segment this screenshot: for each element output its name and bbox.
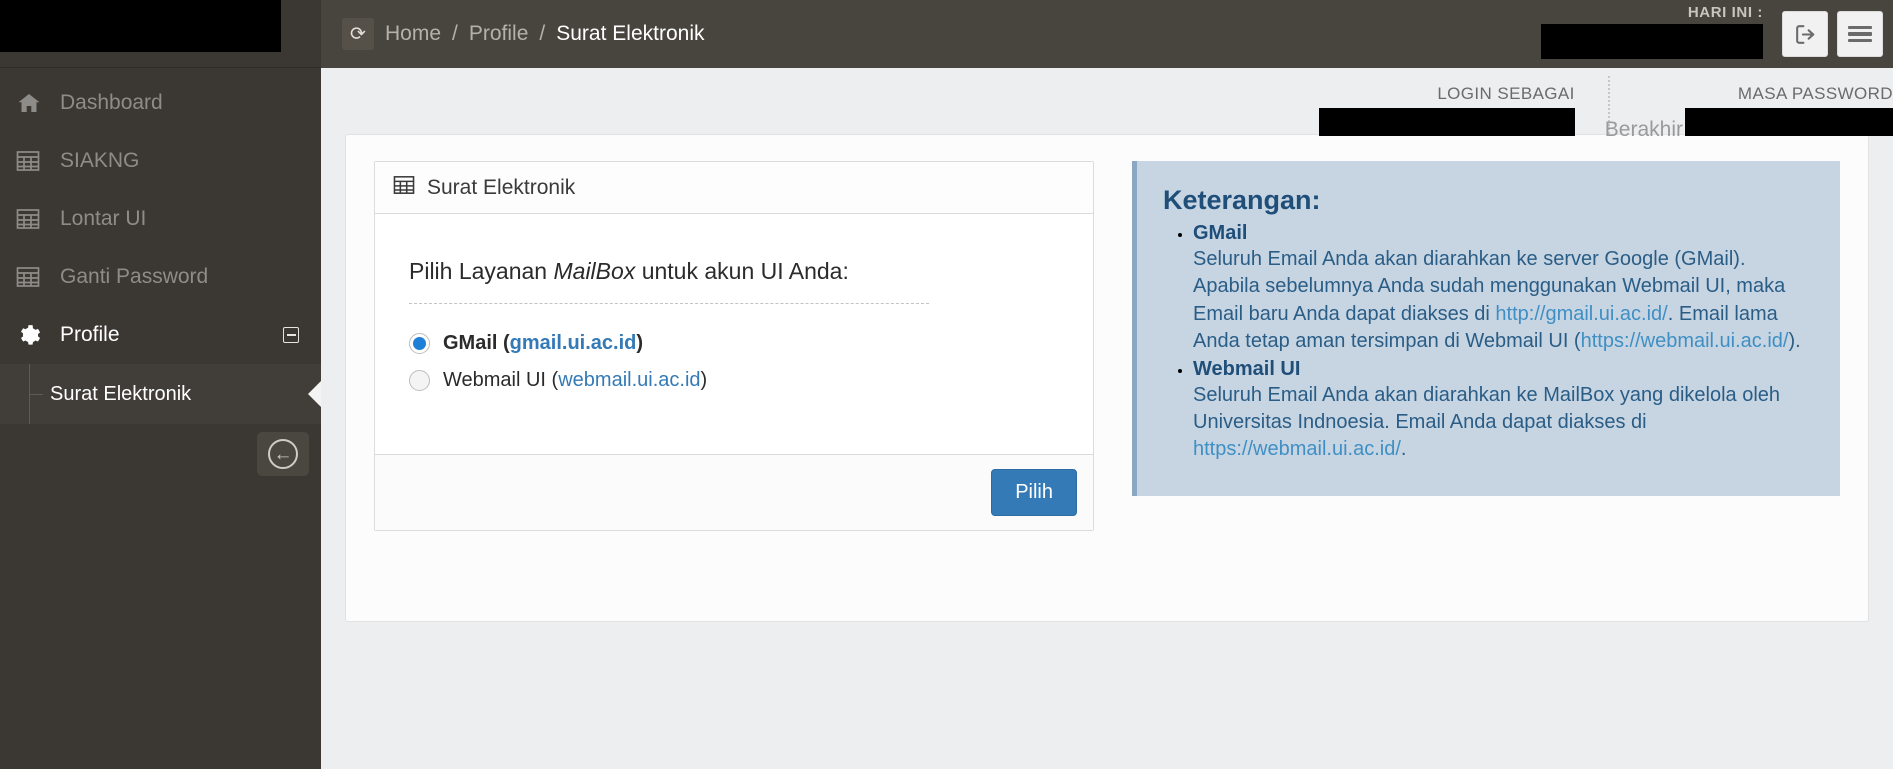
sidebar-item-label: Ganti Password (60, 265, 209, 288)
sidebar-item-lontar-ui[interactable]: Lontar UI (0, 190, 321, 248)
desc-part-1: Seluruh Email Anda akan diarahkan ke Mai… (1193, 383, 1781, 433)
breadcrumb-item-profile[interactable]: Profile (469, 22, 529, 46)
hari-ini-redacted-value (1541, 24, 1763, 59)
sidebar-item-ganti-password[interactable]: Ganti Password (0, 248, 321, 306)
minus-icon[interactable] (283, 327, 299, 343)
sidebar-item-surat-elektronik[interactable]: Surat Elektronik (0, 364, 321, 424)
table-icon (16, 150, 60, 172)
desc-part-3: ). (1788, 330, 1801, 353)
sidebar-item-label: Profile (60, 323, 120, 346)
masa-password-label: MASA PASSWORD (1737, 84, 1893, 103)
prompt-after: untuk akun UI Anda: (635, 258, 849, 284)
header-right-group: HARI INI : (1541, 0, 1883, 68)
box-header: Surat Elektronik (375, 162, 1093, 214)
box-body: Pilih Layanan MailBox untuk akun UI Anda… (375, 214, 1093, 454)
home-icon (16, 91, 60, 115)
masa-password-prefix: Berakhir (1604, 118, 1683, 141)
breadcrumb-separator: / (539, 22, 546, 45)
divider (409, 303, 929, 304)
keterangan-title: Keterangan: (1163, 185, 1321, 215)
keterangan-link-webmail[interactable]: https://webmail.ui.ac.id/ (1581, 330, 1789, 352)
sidebar-subitem-label: Surat Elektronik (50, 382, 192, 405)
menu-toggle-button[interactable] (1837, 11, 1883, 57)
top-header: ⟳ Home / Profile / Surat Elektronik HARI… (321, 0, 1893, 68)
content-panel: Surat Elektronik Pilih Layanan MailBox u… (345, 134, 1869, 622)
hamburger-icon (1848, 22, 1872, 46)
keterangan-list: GMail Seluruh Email Anda akan diarahkan … (1163, 222, 1812, 464)
keterangan-panel: Keterangan: GMail Seluruh Email Anda aka… (1132, 161, 1840, 496)
breadcrumb-item-current: Surat Elektronik (556, 22, 705, 45)
main-content: LOGIN SEBAGAI MASA PASSWORD Berakhir Sur… (321, 68, 1893, 769)
sidebar-item-label: SIAKNG (60, 149, 140, 172)
box-footer: Pilih (375, 454, 1093, 530)
masa-password-redacted-value (1685, 108, 1893, 136)
circle-arrow-left-icon: ← (268, 439, 298, 469)
close-paren: ) (636, 332, 644, 354)
open-paren: ( (546, 369, 559, 391)
sign-out-icon (1792, 22, 1819, 47)
logo-redacted-block (0, 0, 281, 52)
option-name: Webmail UI (443, 369, 546, 391)
hari-ini-label: HARI INI : (1687, 4, 1763, 21)
account-info-bar: LOGIN SEBAGAI MASA PASSWORD Berakhir (321, 68, 1893, 141)
keterangan-term-gmail: GMail (1193, 222, 1248, 244)
masa-password-value-row: Berakhir (1605, 108, 1893, 142)
sidebar-collapse-toggle[interactable]: ← (257, 432, 309, 476)
breadcrumb: ⟳ Home / Profile / Surat Elektronik (342, 0, 704, 68)
gear-icon (16, 323, 60, 348)
surat-elektronik-box: Surat Elektronik Pilih Layanan MailBox u… (374, 161, 1094, 531)
sidebar-item-label: Dashboard (60, 91, 163, 114)
radio-option-webmail[interactable]: Webmail UI (webmail.ui.ac.id) (409, 369, 1059, 392)
keterangan-link-webmail-2[interactable]: https://webmail.ui.ac.id/ (1193, 438, 1401, 460)
option-url-gmail[interactable]: gmail.ui.ac.id (510, 332, 637, 354)
list-item: Webmail UI Seluruh Email Anda akan diara… (1193, 358, 1812, 464)
keterangan-term-webmail: Webmail UI (1193, 357, 1301, 380)
keterangan-desc-gmail: Seluruh Email Anda akan diarahkan ke ser… (1193, 246, 1812, 356)
sidebar-item-siakng[interactable]: SIAKNG (0, 132, 321, 190)
sidebar-item-label: Lontar UI (60, 207, 147, 230)
open-paren: ( (497, 332, 510, 354)
app-root: Dashboard SIAKNG Lontar UI Ganti Passwor… (0, 0, 1893, 769)
login-sebagai-label: LOGIN SEBAGAI (1437, 84, 1575, 103)
pilih-button[interactable]: Pilih (991, 469, 1077, 516)
refresh-icon[interactable]: ⟳ (342, 18, 374, 50)
radio-label-gmail: GMail (gmail.ui.ac.id) (443, 332, 643, 355)
table-icon (16, 208, 60, 230)
prompt-text: Pilih Layanan MailBox untuk akun UI Anda… (409, 258, 1059, 285)
box-title: Surat Elektronik (427, 175, 576, 199)
active-caret-icon (308, 381, 321, 407)
sidebar-logo-bar (0, 0, 321, 68)
sidebar-item-dashboard[interactable]: Dashboard (0, 74, 321, 132)
option-name: GMail (443, 332, 498, 354)
logout-button[interactable] (1782, 11, 1828, 57)
prompt-italic: MailBox (553, 258, 636, 284)
radio-indicator-gmail[interactable] (409, 333, 430, 354)
close-paren: ) (700, 369, 708, 391)
sidebar-nav: Dashboard SIAKNG Lontar UI Ganti Passwor… (0, 68, 321, 424)
radio-option-gmail[interactable]: GMail (gmail.ui.ac.id) (409, 332, 1059, 355)
login-sebagai-redacted-value (1318, 108, 1575, 136)
breadcrumb-separator: / (452, 22, 458, 45)
sidebar: Dashboard SIAKNG Lontar UI Ganti Passwor… (0, 0, 321, 769)
sidebar-item-profile[interactable]: Profile (0, 306, 321, 364)
radio-label-webmail: Webmail UI (webmail.ui.ac.id) (443, 369, 707, 392)
keterangan-desc-webmail: Seluruh Email Anda akan diarahkan ke Mai… (1193, 382, 1812, 464)
list-item: GMail Seluruh Email Anda akan diarahkan … (1193, 222, 1812, 356)
table-icon (16, 266, 60, 288)
desc-part-2: . (1400, 438, 1407, 461)
breadcrumb-item-home[interactable]: Home (385, 22, 441, 46)
login-sebagai-block: LOGIN SEBAGAI (1318, 68, 1575, 136)
hari-ini-block: HARI INI : (1541, 4, 1763, 59)
sidebar-submenu-profile: Surat Elektronik (0, 364, 321, 424)
table-icon (393, 175, 415, 201)
radio-indicator-webmail[interactable] (409, 370, 430, 391)
option-url-webmail[interactable]: webmail.ui.ac.id (558, 369, 700, 391)
prompt-before: Pilih Layanan (409, 258, 554, 284)
masa-password-block: MASA PASSWORD Berakhir (1605, 68, 1893, 142)
keterangan-link-gmail[interactable]: http://gmail.ui.ac.id/ (1495, 303, 1667, 325)
